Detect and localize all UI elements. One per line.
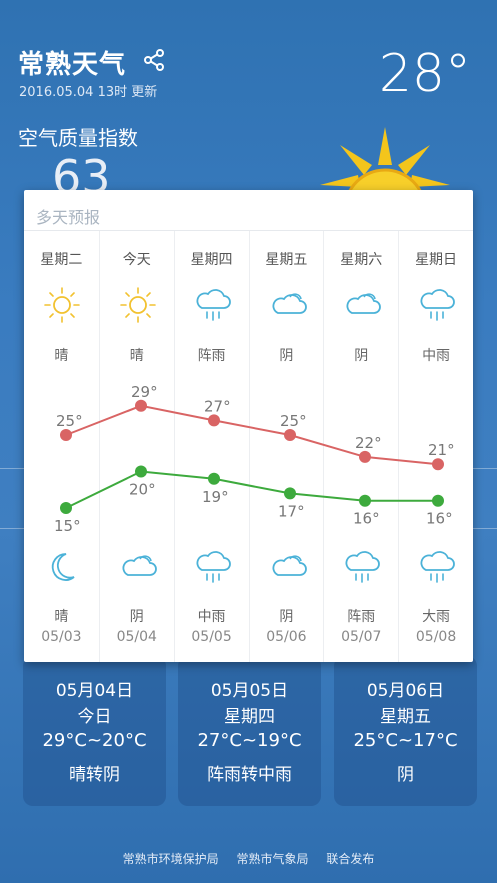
- card-temp-range: 25°C~17°C: [353, 730, 458, 751]
- forecast-night-weather: 阴: [129, 609, 144, 625]
- card-condition: 阴: [397, 765, 414, 785]
- footer-published: 联合发布: [326, 852, 375, 866]
- rain-cloud-icon: [193, 549, 233, 585]
- forecast-column[interactable]: 今天晴阴 05/04: [98, 231, 174, 662]
- card-weekday: 星期四: [224, 707, 275, 727]
- aqi-title: 空气质量指数: [18, 126, 138, 150]
- forecast-date: 05/03: [41, 629, 82, 645]
- forecast-night-weather: 晴: [54, 609, 69, 625]
- day-card[interactable]: 05月04日 今日 29°C~20°C 晴转阴: [23, 656, 166, 806]
- rain-cloud-icon: [193, 287, 233, 323]
- cloud-icon: [342, 287, 382, 323]
- day-card[interactable]: 05月06日 星期五 25°C~17°C 阴: [334, 656, 477, 806]
- forecast-column[interactable]: 星期二晴晴 05/03: [24, 231, 99, 662]
- forecast-weekday: 星期六: [340, 252, 383, 268]
- forecast-column[interactable]: 星期五阴阴 05/06: [248, 231, 324, 662]
- card-date: 05月05日: [210, 681, 289, 701]
- share-icon[interactable]: [142, 48, 166, 72]
- panel-title: 多天预报: [36, 208, 101, 227]
- forecast-date: 05/04: [116, 629, 157, 645]
- card-temp-range: 29°C~20°C: [42, 730, 147, 751]
- forecast-date: 05/06: [266, 629, 307, 645]
- forecast-date: 05/07: [341, 629, 382, 645]
- forecast-day-weather: 阵雨: [197, 348, 226, 364]
- forecast-day-weather: 中雨: [422, 348, 451, 364]
- rain-cloud-icon: [417, 549, 457, 585]
- forecast-night-weather: 阵雨: [347, 609, 376, 625]
- daily-cards: 05月04日 今日 29°C~20°C 晴转阴 05月05日 星期四 27°C~…: [23, 656, 477, 806]
- forecast-column[interactable]: 星期四阵雨中雨 05/05: [173, 231, 249, 662]
- sun-icon: [42, 287, 82, 323]
- forecast-column[interactable]: 星期六阴阵雨 05/07: [323, 231, 398, 662]
- sun-icon: [118, 287, 158, 323]
- cloud-icon: [268, 549, 308, 585]
- forecast-column[interactable]: 星期日中雨大雨 05/08: [398, 231, 473, 662]
- update-time: 2016.05.04 13时 更新: [19, 85, 158, 100]
- forecast-weekday: 星期二: [40, 252, 83, 268]
- card-temp-range: 27°C~19°C: [197, 730, 302, 751]
- card-weekday: 今日: [77, 707, 112, 727]
- city-title: 常熟天气: [18, 50, 127, 80]
- cloud-icon: [268, 287, 308, 323]
- forecast-weekday: 今天: [122, 252, 151, 268]
- current-temperature: 28°: [378, 44, 471, 104]
- forecast-day-weather: 晴: [129, 348, 144, 364]
- forecast-night-weather: 阴: [279, 609, 294, 625]
- forecast-day-weather: 阴: [279, 348, 294, 364]
- card-weekday: 星期五: [380, 707, 431, 727]
- multi-day-forecast-panel[interactable]: 多天预报 星期二晴晴 05/03 今天晴阴 05/04 星期四 阵雨 中雨 05/05 星期五阴…: [24, 190, 473, 662]
- card-date: 05月04日: [55, 681, 134, 701]
- footer: 常熟市环境保护局 常熟市气象局 联合发布: [0, 850, 497, 867]
- cloud-icon: [118, 549, 158, 585]
- rain-cloud-icon: [417, 287, 457, 323]
- forecast-weekday: 星期日: [415, 252, 458, 268]
- card-condition: 阵雨转中雨: [207, 765, 292, 785]
- footer-org-weather: 常熟市气象局: [236, 852, 309, 866]
- card-date: 05月06日: [366, 681, 445, 701]
- footer-org-env: 常熟市环境保护局: [122, 852, 219, 866]
- forecast-weekday: 星期五: [265, 252, 308, 268]
- rain-cloud-icon: [342, 549, 382, 585]
- card-condition: 晴转阴: [69, 765, 120, 785]
- forecast-night-weather: 大雨: [422, 609, 451, 625]
- forecast-date: 05/05: [191, 629, 232, 645]
- forecast-weekday: 星期四: [190, 252, 233, 268]
- forecast-day-weather: 阴: [354, 348, 369, 364]
- forecast-day-weather: 晴: [54, 348, 69, 364]
- forecast-date: 05/08: [415, 629, 457, 645]
- forecast-night-weather: 中雨: [197, 609, 226, 625]
- moon-icon: [42, 549, 82, 585]
- day-card[interactable]: 05月05日 星期四 27°C~19°C 阵雨转中雨: [178, 656, 321, 806]
